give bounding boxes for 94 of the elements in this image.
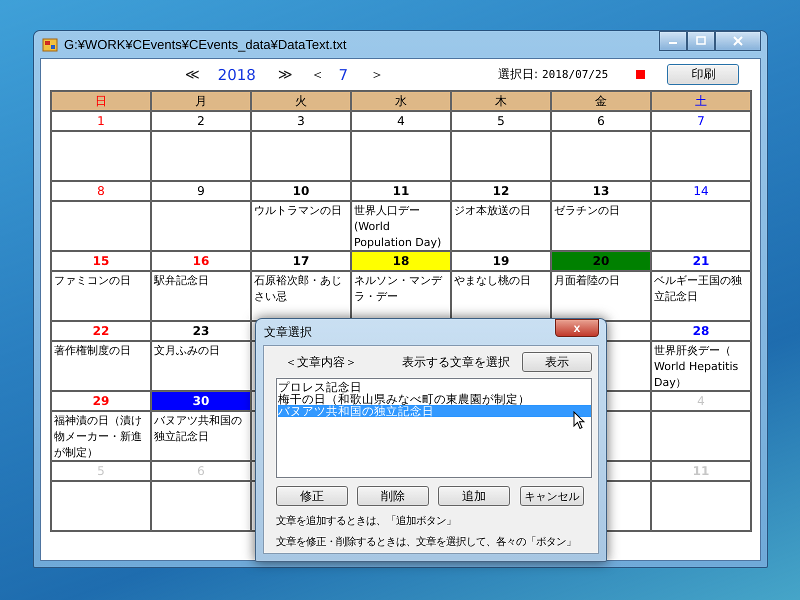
maximize-icon (696, 36, 706, 46)
mouse-pointer-icon (573, 411, 585, 430)
date-cell[interactable]: 21 (652, 252, 750, 270)
event-cell[interactable]: 世界人口デー (World Population Day) (352, 202, 450, 250)
month-value: 7 (338, 66, 348, 84)
event-cell[interactable]: 福神漬の日（漬け物メーカー・新進が制定） (52, 412, 150, 460)
event-cell[interactable]: 文月ふみの日 (152, 342, 250, 390)
cancel-button[interactable]: キャンセル (520, 486, 584, 506)
day-cell[interactable] (152, 202, 250, 250)
year-value: 2018 (218, 66, 256, 84)
day-cell[interactable] (652, 202, 750, 250)
list-item[interactable]: 梅干の日（和歌山県みなべ町の東農園が制定） (278, 393, 591, 405)
content-label: ＜文章内容＞ (284, 354, 358, 370)
help-text: 文章を追加するときは、「追加ボタン」 (276, 514, 456, 529)
show-button[interactable]: 表示 (522, 352, 592, 372)
previous-month-arrow[interactable]: ＜ (310, 66, 324, 84)
edit-button[interactable]: 修正 (276, 486, 348, 506)
dialog-title: 文章選択 (263, 324, 312, 340)
date-cell[interactable]: 22 (52, 322, 150, 340)
day-cell[interactable] (252, 132, 350, 180)
day-cell[interactable] (352, 132, 450, 180)
date-cell[interactable]: 30 (152, 392, 250, 410)
next-year-arrow[interactable]: ≫ (278, 66, 292, 82)
delete-button[interactable]: 削除 (357, 486, 429, 506)
event-cell[interactable]: 石原裕次郎・あじさい忌 (252, 272, 350, 320)
previous-year-arrow[interactable]: ≪ (185, 66, 200, 82)
instruction-text: 表示する文章を選択 (402, 354, 511, 370)
day-cell[interactable] (152, 482, 250, 530)
day-cell[interactable] (452, 132, 550, 180)
event-cell[interactable]: 著作権制度の日 (52, 342, 150, 390)
date-cell[interactable]: 15 (52, 252, 150, 270)
day-cell[interactable] (652, 132, 750, 180)
date-cell[interactable]: 16 (152, 252, 250, 270)
date-cell[interactable]: 9 (152, 182, 250, 200)
maximize-button[interactable] (687, 31, 715, 51)
date-cell[interactable]: 10 (252, 182, 350, 200)
event-cell[interactable]: ファミコンの日 (52, 272, 150, 320)
next-month-arrow[interactable]: ＞ (370, 66, 384, 84)
date-cell[interactable]: 4 (352, 112, 450, 130)
close-button[interactable] (715, 31, 761, 51)
weekday-header: 火 (252, 92, 350, 110)
date-cell[interactable]: 12 (452, 182, 550, 200)
event-cell[interactable]: 駅弁記念日 (152, 272, 250, 320)
date-cell[interactable]: 1 (52, 112, 150, 130)
list-item[interactable]: プロレス記念日 (278, 381, 591, 393)
date-cell[interactable]: 20 (552, 252, 650, 270)
date-cell[interactable]: 2 (152, 112, 250, 130)
date-cell[interactable]: 19 (452, 252, 550, 270)
day-cell[interactable] (52, 482, 150, 530)
day-cell[interactable] (52, 202, 150, 250)
date-cell[interactable]: 29 (52, 392, 150, 410)
close-icon (733, 36, 743, 46)
text-listbox[interactable]: プロレス記念日 梅干の日（和歌山県みなべ町の東農園が制定） バヌアツ共和国の独立記念日 (276, 378, 592, 478)
day-cell[interactable] (152, 132, 250, 180)
weekday-header: 水 (352, 92, 450, 110)
day-cell[interactable] (552, 132, 650, 180)
selected-date: 2018/07/25 (542, 68, 608, 81)
help-text: 文章を修正・削除するときは、文章を選択して、各々の「ボタン」 (276, 535, 576, 550)
window-title: G:¥WORK¥CEvents¥CEvents_data¥DataText.txt (64, 37, 348, 52)
weekday-header: 木 (452, 92, 550, 110)
event-cell[interactable]: ウルトラマンの日 (252, 202, 350, 250)
selected-date-label: 選択日: (498, 66, 538, 83)
weekday-header: 金 (552, 92, 650, 110)
print-button[interactable]: 印刷 (667, 64, 740, 85)
event-cell[interactable]: ネルソン・マンデラ・デー (352, 272, 450, 320)
date-cell[interactable]: 18 (352, 252, 450, 270)
date-cell[interactable]: 7 (652, 112, 750, 130)
date-cell[interactable]: 23 (152, 322, 250, 340)
date-cell[interactable]: 8 (52, 182, 150, 200)
weekday-header: 月 (152, 92, 250, 110)
add-button[interactable]: 追加 (438, 486, 510, 506)
event-cell[interactable]: バヌアツ共和国の独立記念日 (152, 412, 250, 460)
weekday-header: 土 (652, 92, 750, 110)
date-cell[interactable]: 14 (652, 182, 750, 200)
date-cell[interactable]: 3 (252, 112, 350, 130)
event-cell[interactable]: 月面着陸の日 (552, 272, 650, 320)
weekday-header: 日 (52, 92, 150, 110)
app-icon (42, 36, 58, 52)
day-cell[interactable] (652, 482, 750, 530)
event-cell[interactable]: ベルギー王国の独立記念日 (652, 272, 750, 320)
event-cell[interactable]: 世界肝炎デー（ World Hepatitis Day） (652, 342, 750, 390)
date-cell[interactable]: 11 (352, 182, 450, 200)
event-cell[interactable]: ゼラチンの日 (552, 202, 650, 250)
day-cell[interactable] (52, 132, 150, 180)
date-cell[interactable]: 28 (652, 322, 750, 340)
date-cell[interactable]: 5 (452, 112, 550, 130)
date-cell[interactable]: 6 (552, 112, 650, 130)
date-cell[interactable]: 13 (552, 182, 650, 200)
day-cell[interactable] (652, 412, 750, 460)
event-cell[interactable]: やまなし桃の日 (452, 272, 550, 320)
event-cell[interactable]: ジオ本放送の日 (452, 202, 550, 250)
minimize-button[interactable] (659, 31, 687, 51)
close-button[interactable]: x (555, 319, 599, 337)
date-cell[interactable]: 17 (252, 252, 350, 270)
